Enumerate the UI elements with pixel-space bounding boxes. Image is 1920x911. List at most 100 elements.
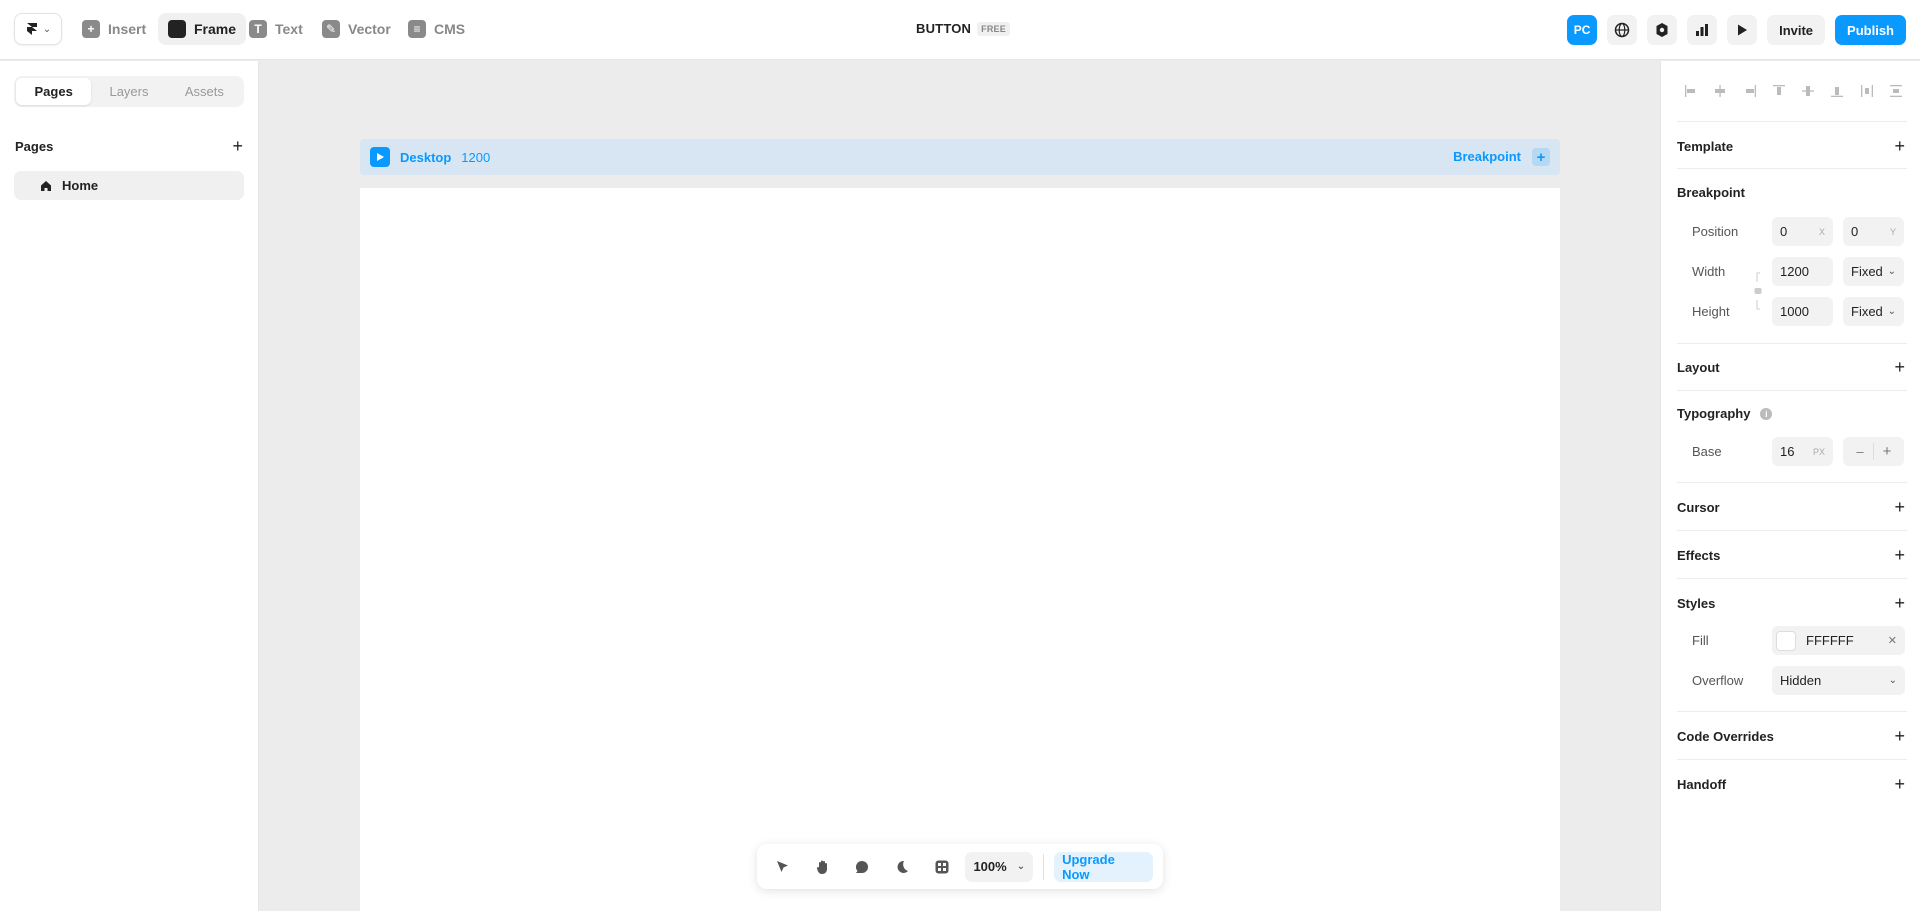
project-title[interactable]: BUTTON FREE: [916, 21, 1010, 36]
chevron-down-icon: ⌄: [1016, 861, 1026, 872]
site-settings-button[interactable]: [1607, 15, 1638, 45]
analytics-button[interactable]: [1687, 15, 1718, 45]
settings-button[interactable]: [1647, 15, 1678, 45]
width-value: 1200: [1780, 264, 1809, 279]
tab-layers[interactable]: Layers: [91, 78, 166, 105]
frame-tool-button[interactable]: Frame: [158, 13, 247, 45]
distribute-vertical-icon[interactable]: [1886, 81, 1906, 101]
breakpoint-bar[interactable]: Desktop 1200 Breakpoint +: [360, 139, 1560, 175]
cursor-section[interactable]: Cursor +: [1677, 498, 1905, 516]
select-tool-button[interactable]: [767, 851, 799, 883]
publish-button[interactable]: Publish: [1835, 15, 1906, 45]
plus-icon[interactable]: +: [1874, 443, 1900, 460]
code-overrides-section[interactable]: Code Overrides +: [1677, 727, 1905, 745]
color-swatch[interactable]: [1776, 630, 1796, 651]
align-bottom-icon[interactable]: [1827, 81, 1847, 101]
divider: [1677, 530, 1907, 531]
alignment-toolbar: [1681, 81, 1906, 101]
layout-section[interactable]: Layout +: [1677, 358, 1905, 376]
frame-preview-button[interactable]: [370, 147, 390, 167]
tab-pages[interactable]: Pages: [16, 78, 92, 105]
height-mode-select[interactable]: Fixed ⌄: [1843, 297, 1904, 326]
add-handoff-icon[interactable]: +: [1894, 775, 1905, 793]
vector-tool-label: Vector: [348, 21, 391, 37]
divider: [1677, 390, 1907, 391]
fill-label: Fill: [1692, 633, 1709, 648]
breakpoint-section: Breakpoint: [1677, 185, 1905, 200]
layout-title: Layout: [1677, 359, 1720, 375]
add-style-icon[interactable]: +: [1894, 594, 1905, 612]
desktop-frame[interactable]: [360, 188, 1560, 911]
base-size-field[interactable]: 16 PX: [1772, 437, 1833, 466]
zoom-select[interactable]: 100% ⌄: [965, 851, 1034, 882]
width-mode-value: Fixed: [1851, 264, 1883, 279]
align-top-icon[interactable]: [1769, 81, 1789, 101]
cursor-icon: [776, 860, 788, 872]
add-override-icon[interactable]: +: [1894, 727, 1905, 745]
breakpoint-label[interactable]: Breakpoint: [1453, 149, 1521, 164]
width-field[interactable]: 1200: [1772, 257, 1833, 286]
base-label: Base: [1692, 444, 1722, 459]
distribute-horizontal-icon[interactable]: [1857, 81, 1877, 101]
info-icon[interactable]: i: [1760, 407, 1773, 420]
play-icon: [1738, 24, 1748, 36]
hand-tool-button[interactable]: [807, 851, 839, 883]
frame-name[interactable]: Desktop: [400, 150, 451, 165]
cms-tool-button[interactable]: ≡ CMS: [398, 13, 475, 45]
canvas[interactable]: Desktop 1200 Breakpoint +: [260, 61, 1660, 911]
vector-tool-button[interactable]: ✎ Vector: [312, 13, 401, 45]
align-center-horizontal-icon[interactable]: [1710, 81, 1730, 101]
width-mode-select[interactable]: Fixed ⌄: [1843, 257, 1904, 286]
add-breakpoint-button[interactable]: +: [1532, 148, 1550, 166]
zoom-value: 100%: [973, 859, 1007, 874]
components-button[interactable]: [926, 851, 958, 883]
tab-assets[interactable]: Assets: [167, 78, 242, 105]
components-icon: [935, 860, 949, 873]
divider: [1677, 343, 1907, 344]
template-section[interactable]: Template +: [1677, 137, 1905, 155]
add-cursor-icon[interactable]: +: [1894, 498, 1905, 516]
effects-section[interactable]: Effects +: [1677, 546, 1905, 564]
invite-button[interactable]: Invite: [1767, 15, 1826, 45]
comment-icon: [856, 860, 869, 873]
theme-toggle-button[interactable]: [886, 851, 918, 883]
text-icon: T: [249, 20, 267, 38]
chevron-down-icon: ⌄: [1888, 675, 1897, 686]
add-page-icon[interactable]: +: [232, 137, 243, 155]
position-y-field[interactable]: 0 Y: [1843, 217, 1904, 246]
add-effect-icon[interactable]: +: [1894, 546, 1905, 564]
align-left-icon[interactable]: [1681, 81, 1701, 101]
plus-square-icon: +: [82, 20, 100, 38]
app-menu-button[interactable]: ⌄: [14, 13, 62, 45]
styles-section: Styles +: [1677, 594, 1905, 612]
comment-tool-button[interactable]: [846, 851, 878, 883]
preview-button[interactable]: [1727, 15, 1758, 45]
add-layout-icon[interactable]: +: [1894, 358, 1905, 376]
toolbar-divider: [1043, 853, 1045, 880]
fill-color-field[interactable]: FFFFFF ✕: [1772, 626, 1905, 655]
add-template-icon[interactable]: +: [1894, 137, 1905, 155]
styles-title: Styles: [1677, 595, 1716, 611]
typography-title: Typography: [1677, 406, 1751, 421]
position-x-field[interactable]: 0 X: [1772, 217, 1833, 246]
insert-tool-button[interactable]: + Insert: [72, 13, 156, 45]
text-tool-button[interactable]: T Text: [239, 13, 313, 45]
height-label: Height: [1692, 304, 1730, 319]
page-item-label: Home: [62, 178, 99, 193]
upgrade-button[interactable]: Upgrade Now: [1054, 851, 1154, 882]
page-item-home[interactable]: Home: [14, 171, 244, 200]
overflow-select[interactable]: Hidden ⌄: [1772, 666, 1905, 695]
close-icon[interactable]: ✕: [1888, 634, 1897, 647]
align-center-vertical-icon[interactable]: [1798, 81, 1818, 101]
avatar[interactable]: PC: [1567, 15, 1598, 45]
align-right-icon[interactable]: [1740, 81, 1760, 101]
chevron-down-icon: ⌄: [1887, 306, 1896, 317]
pen-icon: ✎: [322, 20, 340, 38]
fill-value: FFFFFF: [1806, 633, 1854, 648]
plan-badge: FREE: [977, 21, 1010, 36]
handoff-section[interactable]: Handoff +: [1677, 775, 1905, 793]
moon-icon: [897, 860, 908, 873]
minus-icon[interactable]: –: [1847, 444, 1873, 459]
height-field[interactable]: 1000: [1772, 297, 1833, 326]
overflow-row: Overflow Hidden ⌄: [1692, 666, 1905, 695]
